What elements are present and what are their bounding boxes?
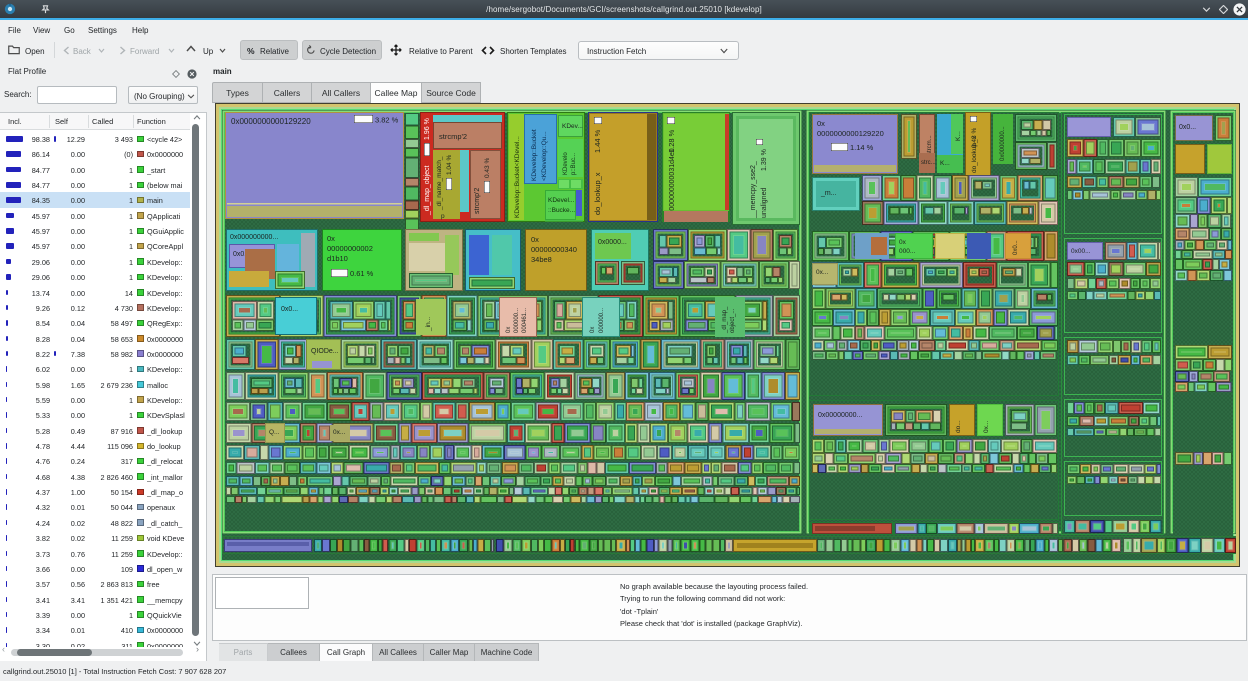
svg-text:KDevelop::Bucket<KDevel...: KDevelop::Bucket<KDevel... (514, 136, 521, 218)
svg-text:::Bucke...: ::Bucke... (548, 207, 575, 214)
svg-text:1.14 %: 1.14 % (850, 143, 874, 152)
svg-text:0x0...: 0x0... (281, 306, 298, 313)
svg-text:0x0000000...: 0x0000000... (1000, 126, 1006, 161)
svg-text:1.96 %: 1.96 % (424, 118, 431, 140)
svg-text:d1b10: d1b10 (327, 254, 348, 263)
svg-text:<KDevelop::Qu...: <KDevelop::Qu... (541, 131, 548, 181)
svg-text:0x0...: 0x0... (1179, 124, 1196, 131)
svg-text:0x...: 0x... (983, 421, 990, 433)
svg-text:strcm...: strcm... (927, 135, 933, 155)
svg-text:p: p (441, 213, 445, 220)
svg-text:_dl_map_object: _dl_map_object (424, 166, 431, 216)
svg-text:34be8: 34be8 (531, 255, 552, 264)
svg-text:do_lookup_x: do_lookup_x (593, 172, 602, 215)
svg-text:0x0000000000129220: 0x0000000000129220 (231, 117, 311, 126)
svg-text:strc...: strc... (921, 160, 936, 166)
svg-text:0x: 0x (531, 235, 539, 244)
svg-text:KDevelop::Bucket: KDevelop::Bucket (531, 129, 538, 181)
svg-text:000...: 000... (899, 248, 915, 255)
svg-text:p::Buc...: p::Buc... (571, 153, 577, 175)
svg-text:0x0000...: 0x0000... (598, 239, 627, 246)
svg-text:000461...: 000461... (522, 308, 528, 333)
svg-text:000000...: 000000... (514, 308, 520, 333)
svg-text:0x000000000...: 0x000000000... (230, 234, 278, 241)
svg-text:0.43 %: 0.43 % (484, 158, 491, 178)
svg-text:unaligned: unaligned (761, 188, 768, 218)
svg-text:0x: 0x (817, 119, 825, 128)
svg-text:_m...: _m... (820, 190, 837, 197)
svg-text:K...: K... (955, 131, 962, 141)
svg-text:K...: K... (940, 160, 950, 167)
svg-text:Q...: Q... (269, 429, 280, 436)
svg-text:000000...: 000000... (599, 308, 605, 333)
svg-text:0000000000129220: 0000000000129220 (817, 129, 884, 138)
svg-text:0x00000000...: 0x00000000... (818, 412, 862, 419)
svg-text:1.04 %: 1.04 % (446, 155, 453, 175)
svg-text:0x...: 0x... (816, 269, 828, 276)
svg-text:0x0...: 0x0... (1013, 240, 1019, 255)
svg-text:do...: do... (955, 420, 962, 433)
svg-text:_in...: _in... (425, 317, 432, 332)
svg-text:strcmp'2: strcmp'2 (474, 188, 481, 214)
svg-text:0x00...: 0x00... (1071, 248, 1091, 255)
svg-text:0x...: 0x... (333, 429, 345, 436)
svg-text:0x000000000031d4e0: 0x000000000031d4e0 (669, 148, 676, 218)
svg-text:0x: 0x (899, 239, 907, 246)
svg-text:0x: 0x (590, 327, 596, 333)
svg-text:00000000002: 00000000002 (327, 244, 373, 253)
svg-text:__memcpy_sse2_: __memcpy_sse2_ (750, 161, 757, 219)
svg-text:0x: 0x (506, 327, 512, 333)
svg-text:QIODe...: QIODe... (311, 348, 339, 355)
svg-text:1.44 %: 1.44 % (593, 129, 602, 153)
svg-text:do_lookup_x: do_lookup_x (971, 135, 978, 173)
svg-text:strcmp'2: strcmp'2 (439, 132, 467, 141)
svg-text:KDevelo: KDevelo (563, 152, 569, 175)
svg-text:_dl_name_match_: _dl_name_match_ (436, 156, 443, 211)
svg-text:_dl_map_: _dl_map_ (722, 306, 728, 334)
svg-text:0.61 %: 0.61 % (350, 269, 374, 278)
svg-text:00000000340: 00000000340 (531, 245, 577, 254)
svg-text:KDevel...: KDevel... (548, 197, 575, 204)
svg-text:object_...: object_... (730, 308, 736, 333)
svg-text:0x: 0x (327, 234, 335, 243)
svg-text:3.82 %: 3.82 % (375, 116, 399, 125)
svg-text:1.39 %: 1.39 % (761, 149, 768, 171)
svg-text:KDev...: KDev... (562, 123, 583, 130)
